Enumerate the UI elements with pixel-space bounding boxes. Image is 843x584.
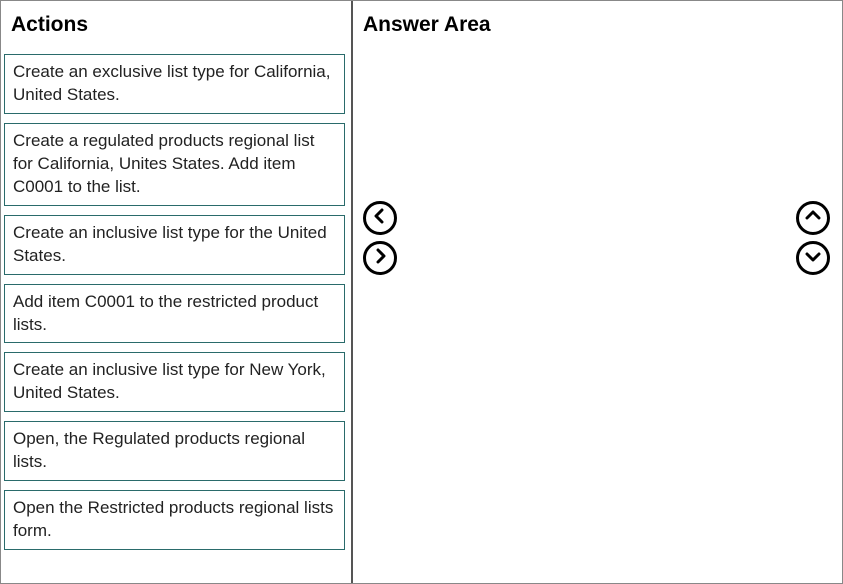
- actions-panel: Actions Create an exclusive list type fo…: [1, 1, 353, 583]
- action-item[interactable]: Create an inclusive list type for New Yo…: [4, 352, 345, 412]
- move-vertical-group: [796, 201, 830, 275]
- action-item-text: Create an inclusive list type for New Yo…: [13, 359, 336, 405]
- chevron-right-icon: [372, 248, 388, 269]
- action-item-text: Create an inclusive list type for the Un…: [13, 222, 336, 268]
- action-item[interactable]: Open, the Regulated products regional li…: [4, 421, 345, 481]
- move-down-button[interactable]: [796, 241, 830, 275]
- action-item[interactable]: Create an exclusive list type for Califo…: [4, 54, 345, 114]
- answer-header: Answer Area: [353, 9, 842, 51]
- action-item-text: Open the Restricted products regional li…: [13, 497, 336, 543]
- chevron-left-icon: [372, 208, 388, 229]
- action-item[interactable]: Create a regulated products regional lis…: [4, 123, 345, 206]
- action-item-text: Create a regulated products regional lis…: [13, 130, 336, 199]
- action-item[interactable]: Open the Restricted products regional li…: [4, 490, 345, 550]
- action-item-text: Open, the Regulated products regional li…: [13, 428, 336, 474]
- chevron-up-icon: [805, 208, 821, 229]
- action-item[interactable]: Add item C0001 to the restricted product…: [4, 284, 345, 344]
- action-item-text: Add item C0001 to the restricted product…: [13, 291, 336, 337]
- move-right-button[interactable]: [363, 241, 397, 275]
- actions-header: Actions: [1, 9, 351, 51]
- chevron-down-icon: [805, 248, 821, 269]
- drag-drop-container: Actions Create an exclusive list type fo…: [0, 0, 843, 584]
- action-item-text: Create an exclusive list type for Califo…: [13, 61, 336, 107]
- action-item[interactable]: Create an inclusive list type for the Un…: [4, 215, 345, 275]
- move-up-button[interactable]: [796, 201, 830, 235]
- move-left-button[interactable]: [363, 201, 397, 235]
- answer-panel: Answer Area: [353, 1, 842, 583]
- move-horizontal-group: [363, 201, 397, 275]
